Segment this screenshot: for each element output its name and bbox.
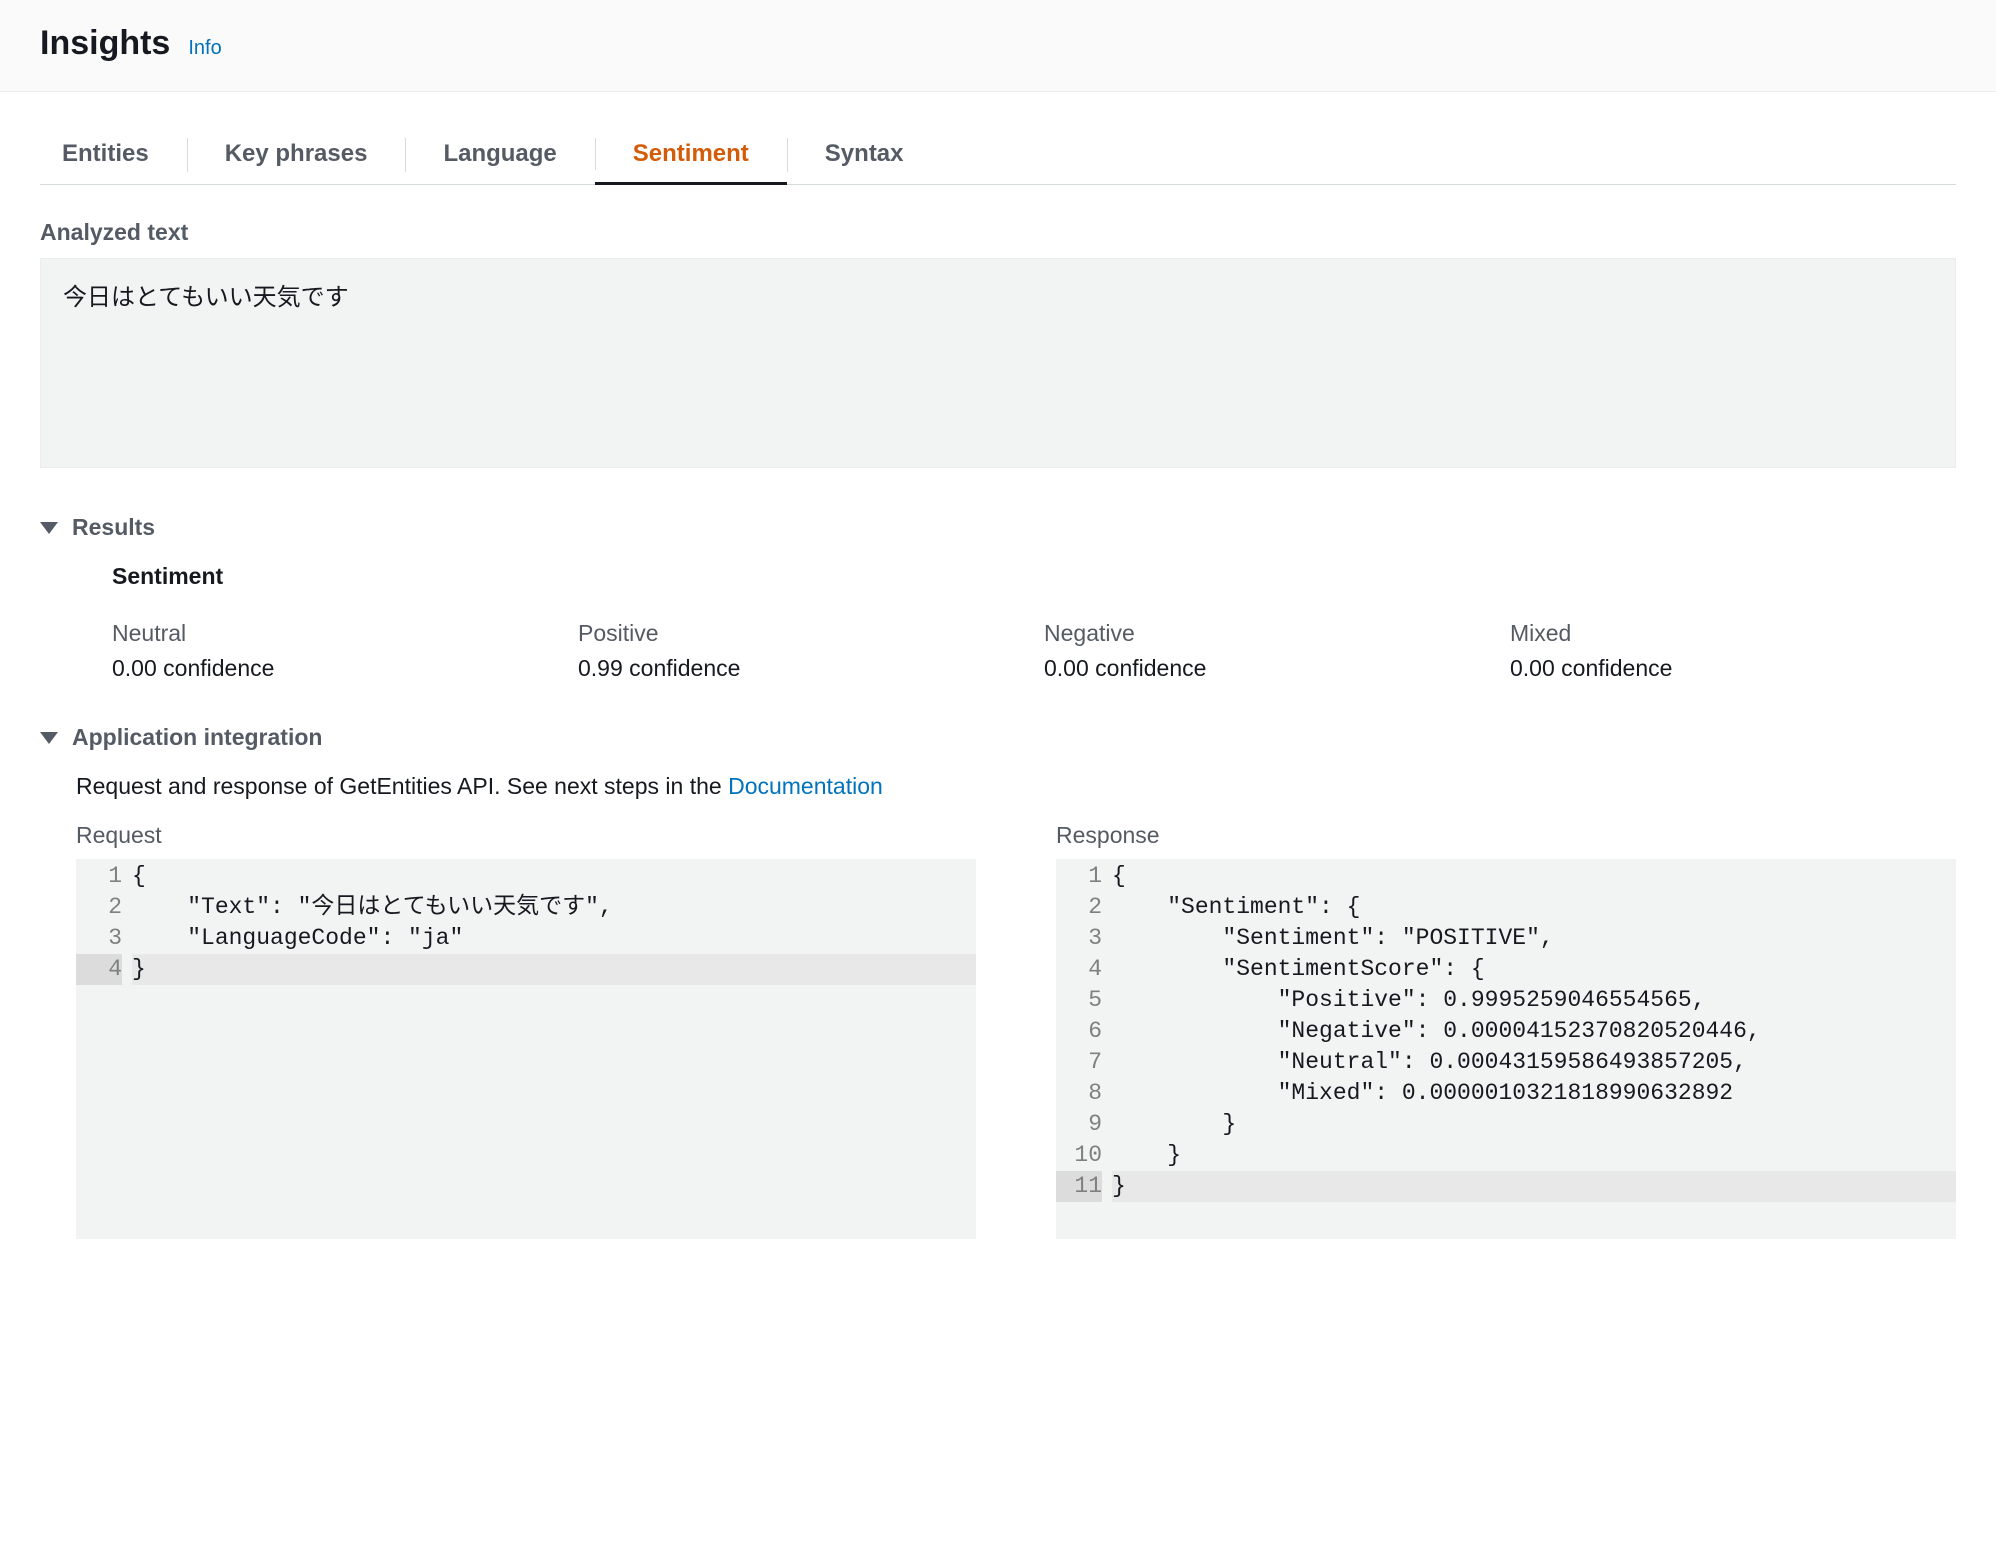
- request-label: Request: [76, 822, 976, 849]
- sentiment-confidence: 0.00 confidence: [1044, 655, 1490, 682]
- response-block: Response 1234567891011 { "Sentiment": { …: [1056, 822, 1956, 1239]
- sentiment-confidence: 0.00 confidence: [1510, 655, 1956, 682]
- sentiment-col-negative: Negative 0.00 confidence: [1044, 620, 1490, 682]
- app-integration-title: Application integration: [72, 724, 322, 751]
- sentiment-col-mixed: Mixed 0.00 confidence: [1510, 620, 1956, 682]
- sentiment-col-positive: Positive 0.99 confidence: [578, 620, 1024, 682]
- results-body: Sentiment Neutral 0.00 confidence Positi…: [40, 563, 1956, 682]
- sentiment-name: Mixed: [1510, 620, 1956, 647]
- request-block: Request 1234 { "Text": "今日はとてもいい天気です", "…: [76, 822, 976, 1239]
- sentiment-name: Positive: [578, 620, 1024, 647]
- results-toggle[interactable]: Results: [40, 514, 1956, 541]
- analyzed-text-box: 今日はとてもいい天気です: [40, 258, 1956, 468]
- code-row: Request 1234 { "Text": "今日はとてもいい天気です", "…: [76, 822, 1956, 1239]
- tab-key-phrases[interactable]: Key phrases: [187, 126, 406, 184]
- sentiment-name: Negative: [1044, 620, 1490, 647]
- sentiment-heading: Sentiment: [112, 563, 1956, 590]
- sentiment-grid: Neutral 0.00 confidence Positive 0.99 co…: [112, 620, 1956, 682]
- info-link[interactable]: Info: [188, 37, 221, 60]
- sentiment-col-neutral: Neutral 0.00 confidence: [112, 620, 558, 682]
- sentiment-confidence: 0.00 confidence: [112, 655, 558, 682]
- page-title: Insights: [40, 24, 170, 63]
- documentation-link[interactable]: Documentation: [728, 773, 883, 799]
- tab-language[interactable]: Language: [405, 126, 594, 184]
- response-gutter: 1234567891011: [1056, 859, 1112, 1239]
- response-editor[interactable]: 1234567891011 { "Sentiment": { "Sentimen…: [1056, 859, 1956, 1239]
- analyzed-text-label: Analyzed text: [40, 219, 1956, 246]
- app-integration-desc-text: Request and response of GetEntities API.…: [76, 773, 728, 799]
- response-label: Response: [1056, 822, 1956, 849]
- main: Entities Key phrases Language Sentiment …: [0, 92, 1996, 1299]
- caret-down-icon: [40, 732, 58, 744]
- request-gutter: 1234: [76, 859, 132, 1239]
- app-integration-toggle[interactable]: Application integration: [40, 724, 1956, 751]
- results-title: Results: [72, 514, 155, 541]
- sentiment-name: Neutral: [112, 620, 558, 647]
- sentiment-confidence: 0.99 confidence: [578, 655, 1024, 682]
- tabs: Entities Key phrases Language Sentiment …: [40, 126, 1956, 185]
- app-integration-desc: Request and response of GetEntities API.…: [76, 773, 1956, 800]
- tab-sentiment[interactable]: Sentiment: [595, 126, 787, 185]
- page-header: Insights Info: [0, 0, 1996, 92]
- request-editor[interactable]: 1234 { "Text": "今日はとてもいい天気です", "Language…: [76, 859, 976, 1239]
- response-code: { "Sentiment": { "Sentiment": "POSITIVE"…: [1112, 859, 1956, 1239]
- tab-entities[interactable]: Entities: [40, 126, 187, 184]
- caret-down-icon: [40, 522, 58, 534]
- tab-syntax[interactable]: Syntax: [787, 126, 942, 184]
- request-code: { "Text": "今日はとてもいい天気です", "LanguageCode"…: [132, 859, 976, 1239]
